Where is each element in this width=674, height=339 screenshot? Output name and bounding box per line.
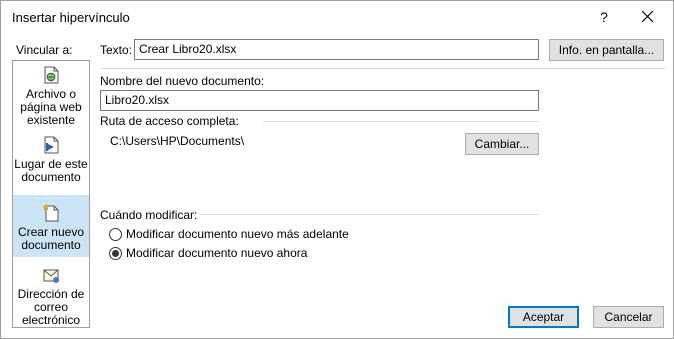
- screen-tip-button[interactable]: Info. en pantalla...: [549, 39, 664, 61]
- link-item-create-new-document[interactable]: Crear nuevo documento: [13, 195, 89, 257]
- link-item-label: página web: [20, 100, 82, 114]
- edit-now-label: Modificar documento nuevo ahora: [126, 246, 308, 260]
- place-in-document-icon: [44, 136, 59, 154]
- separator: [263, 121, 539, 122]
- edit-later-label: Modificar documento nuevo más adelante: [126, 227, 349, 241]
- link-item-label: electrónico: [21, 313, 81, 327]
- radio-selected-dot: [112, 250, 119, 257]
- cancel-button[interactable]: Cancelar: [593, 306, 664, 328]
- new-document-icon: [42, 203, 59, 222]
- link-item-label: documento: [21, 170, 81, 184]
- link-to-label: Vincular a:: [16, 43, 73, 57]
- title-bar: Insertar hipervínculo ?: [1, 1, 673, 35]
- link-item-label: Lugar de este: [14, 157, 88, 171]
- link-item-place-in-document[interactable]: Lugar de este documento: [13, 135, 89, 191]
- separator: [100, 68, 666, 69]
- separator: [199, 214, 539, 215]
- full-path-value: C:\Users\HP\Documents\: [110, 134, 245, 148]
- link-item-label: documento: [21, 238, 81, 252]
- close-icon: [641, 10, 653, 23]
- edit-later-radio[interactable]: [109, 228, 122, 241]
- new-document-name-label: Nombre del nuevo documento:: [100, 74, 265, 88]
- help-button[interactable]: ?: [594, 7, 614, 27]
- edit-now-radio[interactable]: [109, 247, 122, 260]
- link-item-existing-file[interactable]: Archivo o página web existente: [13, 65, 89, 127]
- link-item-label: correo: [33, 300, 68, 314]
- close-button[interactable]: [633, 5, 661, 29]
- email-icon: [43, 269, 59, 283]
- web-page-icon: [44, 66, 59, 84]
- change-path-button[interactable]: Cambiar...: [465, 133, 539, 155]
- link-to-bar: Archivo o página web existente Lugar de …: [12, 60, 90, 328]
- dialog-title: Insertar hipervínculo: [12, 10, 130, 25]
- link-item-label: Archivo o: [25, 87, 77, 101]
- ok-button[interactable]: Aceptar: [508, 306, 579, 328]
- when-to-edit-label: Cuándo modificar:: [100, 208, 198, 222]
- insert-hyperlink-dialog: Insertar hipervínculo ? Vincular a: Arch…: [0, 0, 674, 339]
- link-item-label: existente: [26, 113, 76, 127]
- full-path-label: Ruta de acceso completa:: [100, 114, 239, 128]
- new-document-name-input[interactable]: Libro20.xlsx: [100, 90, 539, 111]
- text-to-display-label: Texto:: [100, 43, 133, 57]
- link-item-email-address[interactable]: Dirección de correo electrónico: [13, 265, 89, 327]
- link-item-label: Dirección de: [17, 287, 85, 301]
- link-item-label: Crear nuevo: [17, 225, 85, 239]
- text-to-display-input[interactable]: Crear Libro20.xlsx: [134, 39, 539, 60]
